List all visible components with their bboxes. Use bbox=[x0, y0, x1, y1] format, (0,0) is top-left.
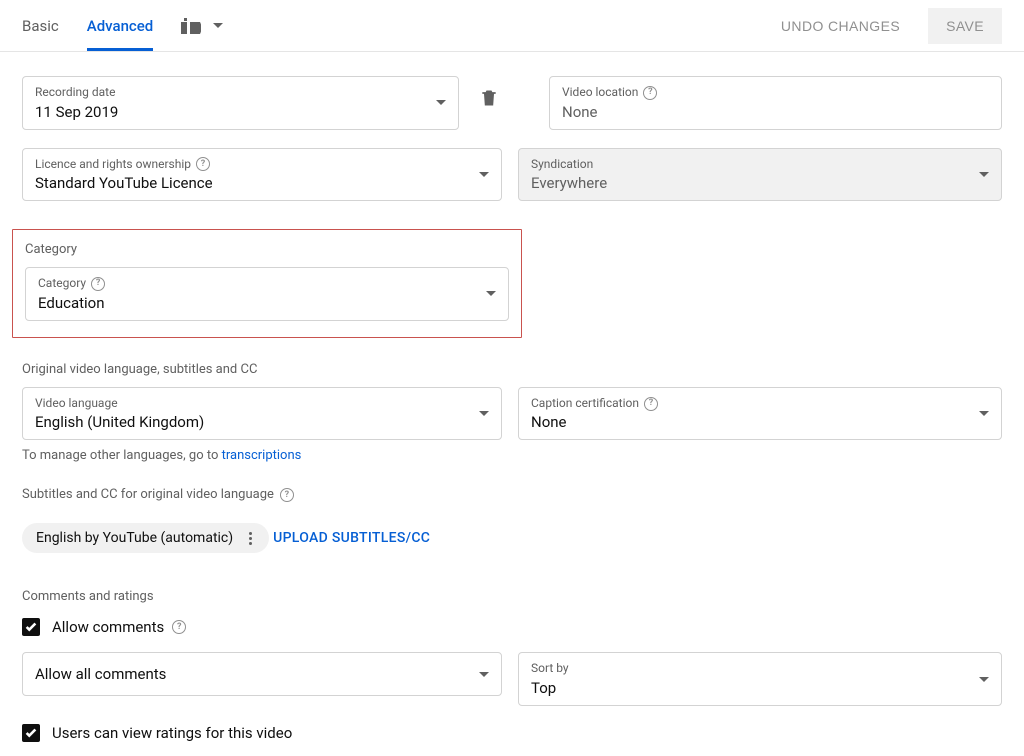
check-icon bbox=[24, 620, 38, 634]
row-recording-location: Recording date 11 Sep 2019 Video locatio… bbox=[22, 76, 1002, 130]
category-highlight: Category Category ? Education bbox=[12, 229, 522, 338]
transcriptions-link[interactable]: transcriptions bbox=[222, 448, 302, 463]
chevron-down-icon bbox=[486, 291, 496, 296]
allow-comments-label: Allow comments ? bbox=[52, 618, 186, 636]
licence-value: Standard YouTube Licence bbox=[35, 174, 471, 192]
video-location-label: Video location ? bbox=[562, 85, 989, 101]
header: Basic Advanced UNDO CHANGES SAVE bbox=[0, 0, 1024, 52]
cc-subsection-label: Subtitles and CC for original video lang… bbox=[22, 487, 1002, 502]
chevron-down-icon bbox=[979, 411, 989, 416]
more-icon[interactable] bbox=[241, 532, 259, 545]
chevron-down-icon bbox=[479, 172, 489, 177]
allow-comments-checkbox[interactable] bbox=[22, 618, 40, 636]
syndication-label: Syndication bbox=[531, 157, 971, 173]
caption-certification-label: Caption certification ? bbox=[531, 396, 971, 412]
comment-mode-value: Allow all comments bbox=[35, 665, 471, 683]
help-icon[interactable]: ? bbox=[280, 488, 294, 502]
help-icon[interactable]: ? bbox=[643, 86, 657, 100]
sort-by-value: Top bbox=[531, 679, 971, 697]
comments-section-title: Comments and ratings bbox=[22, 589, 1002, 604]
content: Recording date 11 Sep 2019 Video locatio… bbox=[0, 52, 1024, 742]
sort-by-field[interactable]: Sort by Top bbox=[518, 652, 1002, 706]
recording-date-field[interactable]: Recording date 11 Sep 2019 bbox=[22, 76, 459, 130]
video-language-label: Video language bbox=[35, 396, 471, 412]
allow-comments-row: Allow comments ? bbox=[22, 618, 1002, 636]
chevron-down-icon bbox=[436, 100, 446, 105]
chevron-down-icon bbox=[479, 411, 489, 416]
language-section-title: Original video language, subtitles and C… bbox=[22, 362, 1002, 377]
comment-mode-field[interactable]: Allow all comments bbox=[22, 652, 502, 696]
undo-changes-button[interactable]: UNDO CHANGES bbox=[763, 8, 918, 44]
video-language-value: English (United Kingdom) bbox=[35, 413, 471, 431]
recording-date-value: 11 Sep 2019 bbox=[35, 103, 428, 121]
save-button[interactable]: SAVE bbox=[928, 8, 1002, 44]
category-field[interactable]: Category ? Education bbox=[25, 267, 509, 321]
language-hint: To manage other languages, go to transcr… bbox=[22, 448, 1002, 463]
chevron-down-icon bbox=[213, 23, 223, 28]
help-icon[interactable]: ? bbox=[172, 620, 186, 634]
help-icon[interactable]: ? bbox=[644, 397, 658, 411]
trash-icon bbox=[479, 88, 499, 108]
licence-label: Licence and rights ownership ? bbox=[35, 157, 471, 173]
video-language-field[interactable]: Video language English (United Kingdom) bbox=[22, 387, 502, 441]
header-actions: UNDO CHANGES SAVE bbox=[763, 8, 1002, 44]
caption-certification-value: None bbox=[531, 413, 971, 431]
ratings-row: Users can view ratings for this video bbox=[22, 724, 1002, 742]
video-location-field[interactable]: Video location ? None bbox=[549, 76, 1002, 130]
help-icon[interactable]: ? bbox=[196, 157, 210, 171]
category-value: Education bbox=[38, 294, 478, 312]
tubebuddy-icon[interactable] bbox=[181, 18, 223, 34]
recording-date-label: Recording date bbox=[35, 85, 428, 101]
ratings-checkbox[interactable] bbox=[22, 724, 40, 742]
chevron-down-icon bbox=[479, 672, 489, 677]
upload-subtitles-button[interactable]: UPLOAD SUBTITLES/CC bbox=[273, 530, 430, 546]
delete-recording-date-button[interactable] bbox=[475, 76, 503, 108]
tab-basic[interactable]: Basic bbox=[22, 0, 59, 51]
row-language-caption: Video language English (United Kingdom) … bbox=[22, 387, 1002, 441]
help-icon[interactable]: ? bbox=[91, 277, 105, 291]
row-comment-mode-sort: Allow all comments Sort by Top bbox=[22, 652, 1002, 706]
video-location-value: None bbox=[562, 103, 989, 121]
ratings-label: Users can view ratings for this video bbox=[52, 724, 292, 742]
syndication-field: Syndication Everywhere bbox=[518, 148, 1002, 202]
licence-field[interactable]: Licence and rights ownership ? Standard … bbox=[22, 148, 502, 202]
category-section-title: Category bbox=[25, 242, 509, 257]
syndication-value: Everywhere bbox=[531, 174, 971, 192]
chevron-down-icon bbox=[979, 677, 989, 682]
tab-advanced[interactable]: Advanced bbox=[87, 0, 153, 51]
tabs: Basic Advanced bbox=[22, 0, 223, 51]
cc-chip[interactable]: English by YouTube (automatic) bbox=[22, 523, 269, 553]
cc-chip-label: English by YouTube (automatic) bbox=[36, 530, 233, 546]
chevron-down-icon bbox=[979, 172, 989, 177]
caption-certification-field[interactable]: Caption certification ? None bbox=[518, 387, 1002, 441]
sort-by-label: Sort by bbox=[531, 661, 971, 677]
category-label: Category ? bbox=[38, 276, 478, 292]
row-licence-syndication: Licence and rights ownership ? Standard … bbox=[22, 148, 1002, 202]
check-icon bbox=[24, 726, 38, 740]
